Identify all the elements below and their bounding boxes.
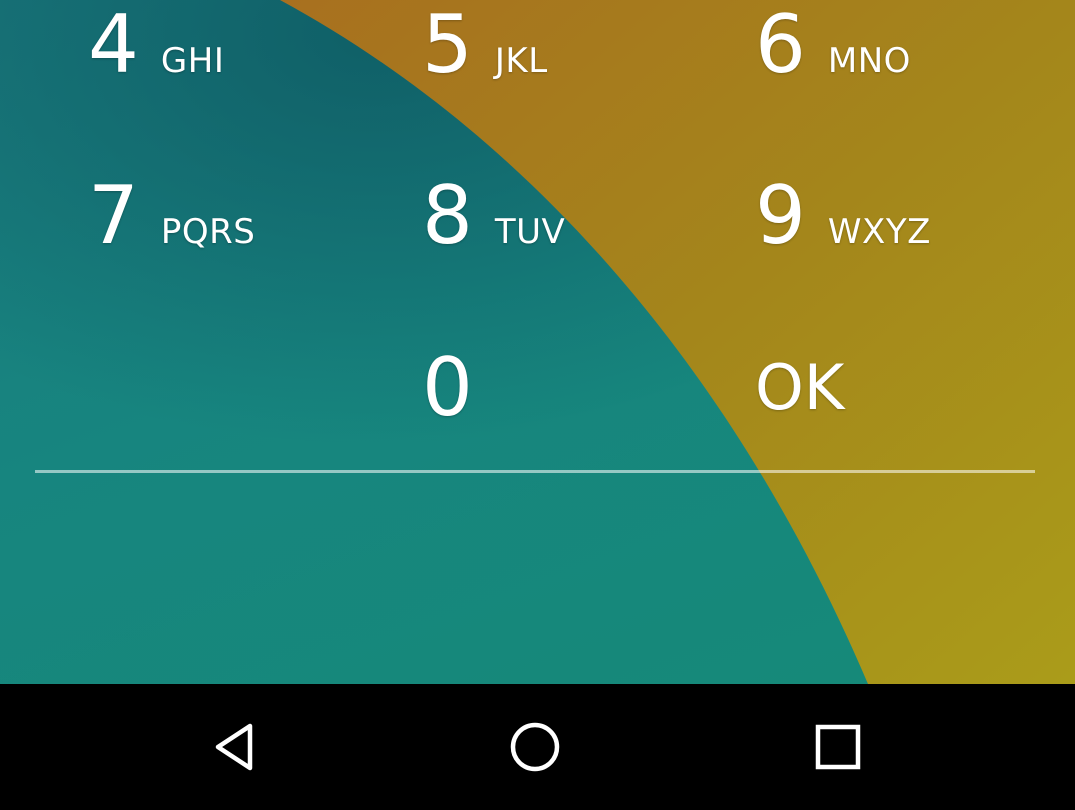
- key-digit: 6: [755, 0, 806, 91]
- key-digit: 8: [422, 169, 473, 262]
- key-0[interactable]: 0: [422, 348, 473, 428]
- back-icon: [210, 722, 260, 776]
- key-4[interactable]: 4 GHI: [88, 5, 224, 85]
- key-letters: WXYZ: [827, 212, 931, 252]
- key-5[interactable]: 5 JKL: [422, 5, 548, 85]
- recents-icon: [815, 724, 861, 774]
- ok-label: OK: [755, 351, 845, 424]
- recents-button[interactable]: [798, 709, 878, 789]
- key-digit: 7: [88, 169, 139, 262]
- pin-entry-underline: [35, 470, 1035, 473]
- pin-keypad: 4 GHI 5 JKL 6 MNO 7 PQRS 8 TUV 9 WXYZ 0 …: [0, 0, 1075, 684]
- key-digit: 4: [88, 0, 139, 91]
- home-button[interactable]: [495, 709, 575, 789]
- key-letters: PQRS: [160, 212, 256, 252]
- key-letters: TUV: [494, 212, 566, 252]
- key-letters: JKL: [494, 41, 548, 81]
- key-9[interactable]: 9 WXYZ: [755, 176, 931, 256]
- navigation-bar: [0, 684, 1075, 810]
- key-digit: 0: [422, 341, 473, 434]
- home-icon: [509, 721, 561, 777]
- key-6[interactable]: 6 MNO: [755, 5, 911, 85]
- key-7[interactable]: 7 PQRS: [88, 176, 255, 256]
- key-8[interactable]: 8 TUV: [422, 176, 565, 256]
- key-letters: MNO: [827, 41, 911, 81]
- key-digit: 5: [422, 0, 473, 91]
- key-digit: 9: [755, 169, 806, 262]
- key-letters: GHI: [160, 41, 225, 81]
- ok-button[interactable]: OK: [755, 357, 844, 419]
- back-button[interactable]: [195, 709, 275, 789]
- lock-screen: 4 GHI 5 JKL 6 MNO 7 PQRS 8 TUV 9 WXYZ 0 …: [0, 0, 1075, 810]
